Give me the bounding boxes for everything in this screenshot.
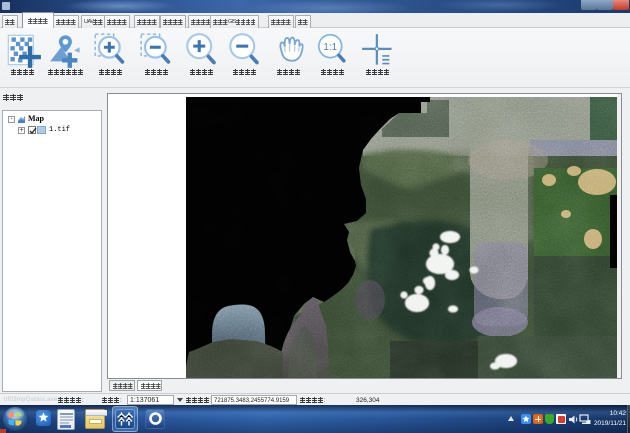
- svg-text:1:1: 1:1: [323, 42, 337, 53]
